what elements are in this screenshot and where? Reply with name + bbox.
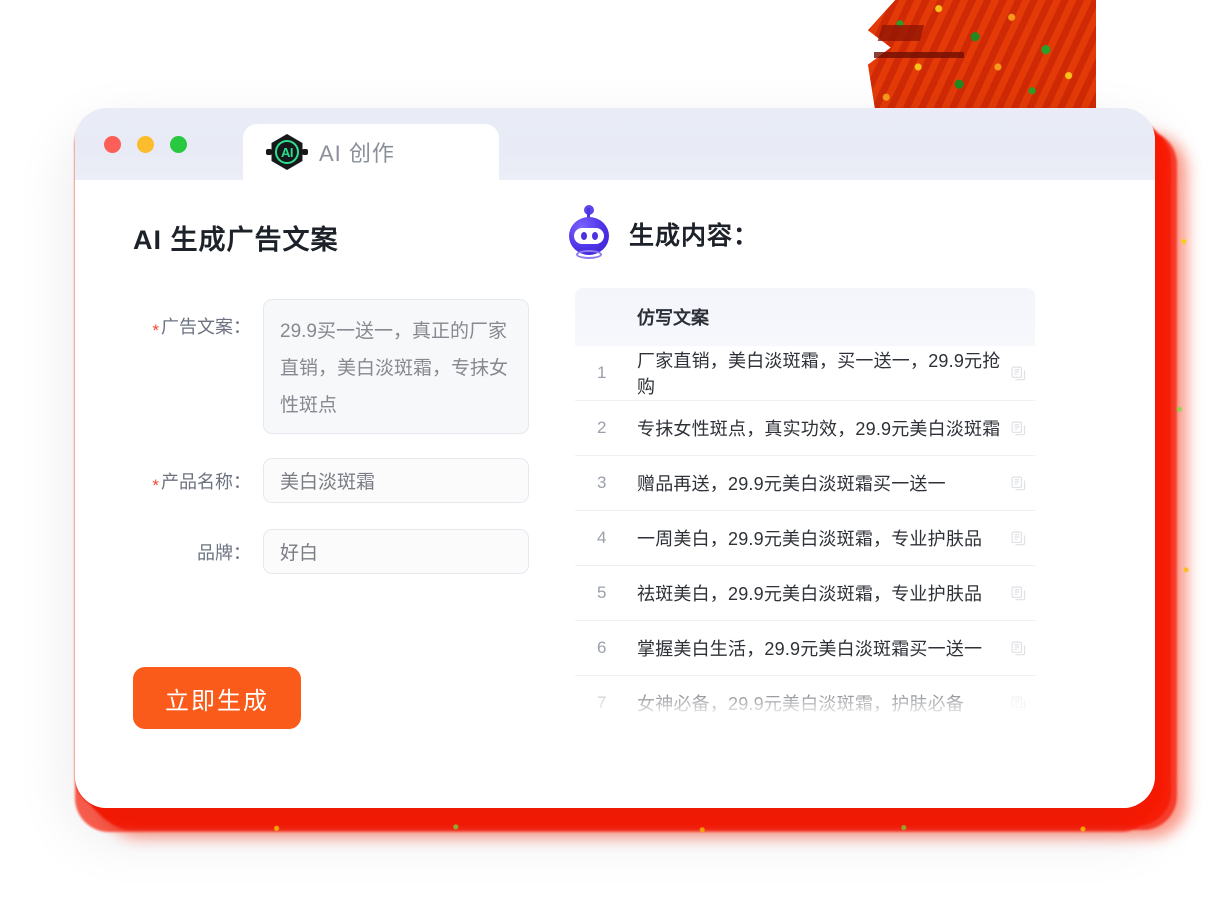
field-label-product-name: * 产品名称： <box>133 458 263 503</box>
required-mark: * <box>152 321 159 340</box>
table-header: 仿写文案 <box>575 288 1035 346</box>
row-text: 祛斑美白，29.9元美白淡斑霜，专业护肤品 <box>637 584 983 604</box>
field-ad-copy: * 广告文案： 29.9买一送一，真正的厂家直销，美白淡斑霜，专抹女性斑点 <box>133 299 575 434</box>
robot-head-icon <box>567 205 611 260</box>
ai-hexagon-icon: AI <box>266 134 308 170</box>
row-text: 厂家直销，美白淡斑霜，买一送一，29.9元抢购 <box>637 351 1001 397</box>
copy-icon[interactable] <box>1001 640 1035 657</box>
copy-icon[interactable] <box>1001 585 1035 602</box>
table-row[interactable]: 4 一周美白，29.9元美白淡斑霜，专业护肤品 <box>575 511 1035 566</box>
table-row[interactable]: 1 厂家直销，美白淡斑霜，买一送一，29.9元抢购 <box>575 346 1035 401</box>
decorative-dark-bar <box>874 52 964 58</box>
generate-button[interactable]: 立即生成 <box>133 667 301 729</box>
result-pane: 生成内容： 仿写文案 1 厂家直销，美白淡斑霜，买一送一，29.9元抢购 2 专抹女性… <box>569 180 1155 808</box>
row-index: 1 <box>597 363 607 382</box>
result-title: 生成内容： <box>629 222 760 250</box>
field-label-ad-copy: * 广告文案： <box>133 299 263 434</box>
ai-logo-text: AI <box>281 144 294 160</box>
tab-label: AI 创作 <box>319 141 395 166</box>
copy-icon[interactable] <box>1001 475 1035 492</box>
window-content: AI 生成广告文案 * 广告文案： 29.9买一送一，真正的厂家直销，美白淡斑霜，… <box>75 180 1155 808</box>
field-label-text: 产品名称： <box>161 472 251 492</box>
row-index: 6 <box>597 638 607 657</box>
close-button-icon[interactable] <box>104 135 121 153</box>
table-row[interactable]: 6 掌握美白生活，29.9元美白淡斑霜买一送一 <box>575 621 1035 676</box>
row-text: 赠品再送，29.9元美白淡斑霜买一送一 <box>637 474 946 494</box>
copy-icon[interactable] <box>1001 420 1035 437</box>
row-index: 3 <box>597 473 607 492</box>
page-title: AI 生成广告文案 <box>133 225 339 255</box>
results-table: 仿写文案 1 厂家直销，美白淡斑霜，买一送一，29.9元抢购 2 专抹女性斑点，真实功… <box>575 288 1035 731</box>
copy-icon[interactable] <box>1001 365 1035 382</box>
page-root: AI AI 创作 AI 生成广告文案 * 广告文案： 29.9买一送一，真正的厂家… <box>0 0 1224 918</box>
row-index: 5 <box>597 583 607 602</box>
table-row[interactable]: 3 赠品再送，29.9元美白淡斑霜买一送一 <box>575 456 1035 511</box>
row-text: 一周美白，29.9元美白淡斑霜，专业护肤品 <box>637 529 983 549</box>
row-text: 女神必备，29.9元美白淡斑霜，护肤必备 <box>637 694 965 714</box>
row-text: 掌握美白生活，29.9元美白淡斑霜买一送一 <box>637 639 983 659</box>
app-window: AI AI 创作 AI 生成广告文案 * 广告文案： 29.9买一送一，真正的厂家… <box>75 108 1155 808</box>
field-label-text: 广告文案： <box>161 317 251 337</box>
product-name-input[interactable]: 美白淡斑霜 <box>263 458 529 503</box>
minimize-button-icon[interactable] <box>137 135 154 153</box>
field-label-brand: 品牌： <box>197 543 251 563</box>
brand-input[interactable]: 好白 <box>263 529 529 574</box>
form-pane: AI 生成广告文案 * 广告文案： 29.9买一送一，真正的厂家直销，美白淡斑霜，… <box>75 180 575 808</box>
maximize-button-icon[interactable] <box>170 135 187 153</box>
row-index: 7 <box>597 693 607 712</box>
table-row[interactable]: 2 专抹女性斑点，真实功效，29.9元美白淡斑霜 <box>575 401 1035 456</box>
decorative-pattern-block <box>868 0 1096 108</box>
row-index: 2 <box>597 418 607 437</box>
copy-icon[interactable] <box>1001 695 1035 712</box>
traffic-light-group <box>104 135 187 153</box>
decorative-dark-rect <box>877 25 925 41</box>
copy-icon[interactable] <box>1001 530 1035 547</box>
window-titlebar: AI AI 创作 <box>75 108 1155 181</box>
row-text: 专抹女性斑点，真实功效，29.9元美白淡斑霜 <box>637 419 1001 439</box>
required-mark: * <box>152 476 159 495</box>
tab-ai-creation[interactable]: AI AI 创作 <box>243 124 499 181</box>
table-body: 1 厂家直销，美白淡斑霜，买一送一，29.9元抢购 2 专抹女性斑点，真实功效，29.… <box>575 346 1035 731</box>
field-brand: 品牌： 好白 <box>133 529 575 574</box>
ad-copy-textarea[interactable]: 29.9买一送一，真正的厂家直销，美白淡斑霜，专抹女性斑点 <box>263 299 529 434</box>
table-row[interactable]: 5 祛斑美白，29.9元美白淡斑霜，专业护肤品 <box>575 566 1035 621</box>
field-product-name: * 产品名称： 美白淡斑霜 <box>133 458 575 503</box>
result-header: 生成内容： <box>567 205 1117 260</box>
table-row[interactable]: 7 女神必备，29.9元美白淡斑霜，护肤必备 <box>575 676 1035 731</box>
row-index: 4 <box>597 528 607 547</box>
